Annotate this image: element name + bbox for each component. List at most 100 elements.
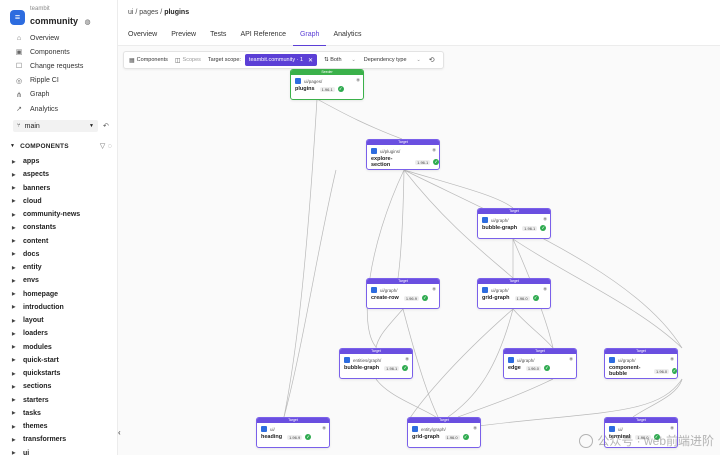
scope-chip[interactable]: teambit.community · 1 ✕ — [244, 54, 318, 66]
overview-icon: ⌂ — [16, 34, 22, 42]
graph-canvas[interactable]: ▦ Components ◫ Scopes Target scope: teambi… — [118, 46, 720, 455]
collapse-sidebar-button[interactable]: ‹ — [118, 428, 128, 440]
tree-item[interactable]: ▶ themes — [12, 420, 80, 433]
node-header: Seeder — [291, 70, 363, 75]
graph-node[interactable]: Seeder ◉ ui/pages/plugins 1.96.1 ✓ — [290, 69, 364, 100]
tree-item-label: homepage — [23, 290, 59, 298]
graph-node[interactable]: Target ◉ entity/graph/grid-graph 1.96.0 ✓ — [407, 417, 481, 448]
tab-preview[interactable]: Preview — [164, 31, 203, 46]
version-badge: 1.96.9 — [287, 434, 303, 440]
components-header[interactable]: ▼ COMPONENTS ▽ ◌ — [10, 142, 112, 151]
graph-edge — [366, 169, 405, 348]
graph-edge — [316, 98, 403, 140]
graph-node[interactable]: Target ◉ ui/graph/grid-graph 1.96.0 ✓ — [477, 278, 551, 309]
tree-item[interactable]: ▶ layout — [12, 314, 80, 327]
nav-item-ripple-ci[interactable]: ◎ Ripple CI — [14, 74, 83, 88]
tree-item[interactable]: ▶ cloud — [12, 195, 80, 208]
tree-item-label: constants — [23, 224, 57, 232]
tree-item[interactable]: ▶ community-news — [12, 208, 80, 221]
node-header: Target — [478, 209, 550, 214]
graph-edge — [409, 308, 514, 419]
tab-tests[interactable]: Tests — [203, 31, 233, 46]
tree-item[interactable]: ▶ starters — [12, 394, 80, 407]
eye-icon[interactable]: ◉ — [322, 425, 326, 431]
components-toggle[interactable]: ▦ Components — [129, 57, 168, 64]
tree-item[interactable]: ▶ introduction — [12, 301, 80, 314]
node-header: Target — [340, 349, 412, 354]
tab-analytics[interactable]: Analytics — [326, 31, 368, 46]
tree-item[interactable]: ▶ homepage — [12, 288, 80, 301]
eye-icon[interactable]: ◉ — [356, 77, 360, 83]
tab-graph[interactable]: Graph — [292, 31, 327, 46]
brand[interactable]: ≡ teambit community ◍ — [10, 6, 91, 28]
tree-item[interactable]: ▶ constants — [12, 221, 80, 234]
top-bar: ui / pages / plugins Overview Preview Test… — [118, 0, 720, 46]
eye-icon[interactable]: ◉ — [670, 425, 674, 431]
tree-item[interactable]: ▶ entity — [12, 261, 80, 274]
tab-api-reference[interactable]: API Reference — [233, 31, 293, 46]
nav-item-components[interactable]: ▣ Components — [14, 45, 83, 59]
eye-icon[interactable]: ◉ — [432, 286, 436, 292]
tree-item[interactable]: ▶ modules — [12, 341, 80, 354]
tree-item[interactable]: ▶ quickstarts — [12, 367, 80, 380]
tree-item[interactable]: ▶ aspects — [12, 168, 80, 181]
chevron-right-icon: ▶ — [12, 370, 16, 376]
tree-item[interactable]: ▶ docs — [12, 248, 80, 261]
eye-icon[interactable]: ◉ — [670, 356, 674, 362]
node-name: explore-section — [371, 156, 393, 168]
branch-selector[interactable]: ⑂ main ▼ — [13, 120, 98, 132]
dependency-type-select[interactable]: Dependency type ⌄ — [364, 57, 421, 63]
chevron-right-icon: ▶ — [12, 423, 16, 429]
tree-item[interactable]: ▶ apps — [12, 155, 80, 168]
nav-item-overview[interactable]: ⌂ Overview — [14, 31, 83, 45]
tab-overview[interactable]: Overview — [121, 31, 164, 46]
check-icon: ✓ — [421, 295, 428, 301]
reset-icon[interactable]: ⟲ — [429, 56, 435, 64]
nav-item-change-requests[interactable]: ☐ Change requests — [14, 59, 83, 73]
tree-item[interactable]: ▶ content — [12, 235, 80, 248]
graph-icon: ⋔ — [16, 91, 22, 99]
eye-icon[interactable]: ◉ — [569, 356, 573, 362]
node-path: ui/graph/ — [491, 287, 509, 293]
breadcrumb-path[interactable]: ui / pages / — [128, 9, 164, 16]
scopes-toggle[interactable]: ◫ Scopes — [175, 57, 201, 64]
eye-icon[interactable]: ◉ — [543, 286, 547, 292]
graph-node[interactable]: Target ◉ entities/graph/bubble-graph 1.96.1… — [339, 348, 413, 379]
check-icon: ✓ — [462, 434, 469, 440]
eye-icon[interactable]: ◉ — [543, 216, 547, 222]
chevron-down-icon: ⌄ — [351, 57, 356, 63]
scopes-toggle-label: Scopes — [182, 57, 201, 63]
eye-icon[interactable]: ◉ — [432, 147, 436, 153]
eye-icon[interactable]: ◉ — [473, 425, 477, 431]
chevron-down-icon: ▼ — [89, 123, 94, 129]
tree-item[interactable]: ▶ transformers — [12, 433, 80, 446]
tree-item[interactable]: ▶ envs — [12, 274, 80, 287]
filter-icon[interactable]: ▽ ◌ — [100, 142, 112, 150]
graph-edge — [403, 169, 683, 349]
graph-node[interactable]: Target ◉ ui/graph/component-bubble 1.96.0 ✓ — [604, 348, 678, 379]
change-requests-icon: ☐ — [15, 63, 23, 71]
node-header: Target — [408, 418, 480, 423]
close-icon[interactable]: ✕ — [308, 57, 313, 64]
sidebar: ≡ teambit community ◍ ⌂ Overview ▣ Compone… — [0, 0, 118, 457]
tree-item[interactable]: ▶ sections — [12, 380, 80, 393]
graph-node[interactable]: Target ◉ ui/graph/edge 1.96.0 ✓ — [503, 348, 577, 379]
graph-node[interactable]: Target ◉ ui/heading 1.96.9 ✓ — [256, 417, 330, 448]
graph-node[interactable]: Target ◉ ui/plugins/explore-section 1.96.1 ✓ — [366, 139, 440, 170]
tree-item-label: docs — [23, 250, 40, 258]
tree-item[interactable]: ▶ tasks — [12, 407, 80, 420]
graph-node[interactable]: Target ◉ ui/graph/create-row 1.96.9 ✓ — [366, 278, 440, 309]
check-icon: ✓ — [532, 295, 539, 301]
eye-icon[interactable]: ◉ — [405, 356, 409, 362]
direction-select[interactable]: ⇅ Both ⌄ — [324, 57, 356, 63]
graph-node[interactable]: Target ◉ ui/graph/bubble-graph 1.96.1 ✓ — [477, 208, 551, 239]
nav-item-graph[interactable]: ⋔ Graph — [14, 88, 83, 102]
tree-item[interactable]: ▶ banners — [12, 182, 80, 195]
undo-icon[interactable]: ↶ — [103, 122, 109, 130]
tree-item[interactable]: ▶ ui — [12, 447, 80, 460]
tree-item[interactable]: ▶ loaders — [12, 327, 80, 340]
node-path: ui/graph/ — [491, 217, 509, 223]
tree-item-label: envs — [23, 277, 39, 285]
tree-item[interactable]: ▶ quick-start — [12, 354, 80, 367]
nav-item-analytics[interactable]: ↗ Analytics — [14, 102, 83, 116]
